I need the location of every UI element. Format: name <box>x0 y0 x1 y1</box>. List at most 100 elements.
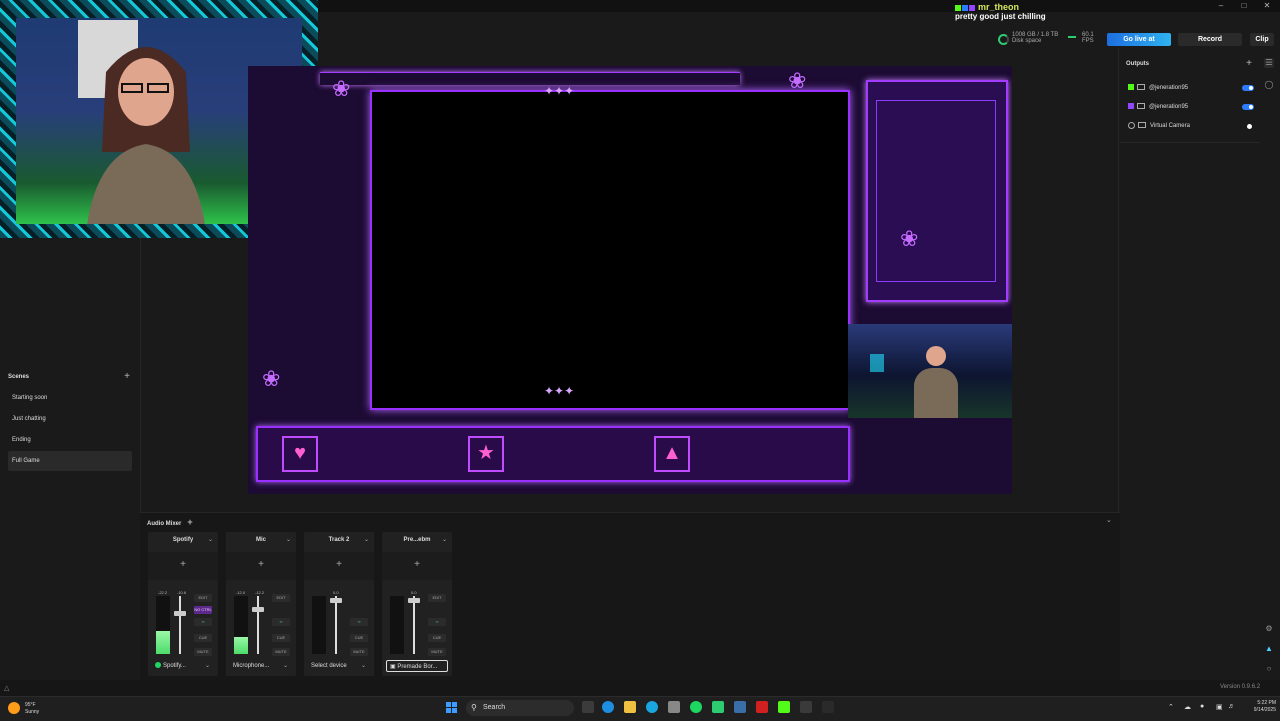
link-icon[interactable]: ∞ <box>350 618 368 626</box>
channel-edit-button[interactable]: EDIT <box>194 594 212 602</box>
chat-icon[interactable]: ◯ <box>1264 80 1274 90</box>
link-icon[interactable]: ∞ <box>194 618 212 626</box>
profile-icon[interactable]: ○ <box>1264 664 1274 674</box>
mixer-channel: Pre...ebm ⌄ + 0.0 EDIT CUE MUTE ∞ ▣ Premad… <box>382 532 452 676</box>
maximize-button[interactable]: □ <box>1237 0 1251 12</box>
device-select[interactable]: Select device ⌄ <box>308 660 370 672</box>
channel-edit-button[interactable]: EDIT <box>428 594 446 602</box>
volume-fader-track[interactable] <box>335 596 337 654</box>
channel-mute-button[interactable]: MUTE <box>272 648 290 656</box>
weather-widget[interactable]: 95°F Sunny <box>8 700 68 718</box>
app-icon[interactable] <box>756 701 768 713</box>
app-icon[interactable] <box>712 701 724 713</box>
overlay-bottom-strip: ♥ ★ ▲ <box>256 426 850 482</box>
scene-item-full-game[interactable]: Full Game <box>8 451 132 471</box>
game-capture-area <box>370 90 850 410</box>
link-icon[interactable]: ∞ <box>272 618 290 626</box>
add-filter-button[interactable]: + <box>382 552 452 580</box>
spotify-icon[interactable] <box>690 701 702 713</box>
flower-icon: ❀ <box>788 68 807 93</box>
task-view-icon[interactable] <box>582 701 594 713</box>
scene-item-ending[interactable]: Ending <box>8 430 132 450</box>
link-icon[interactable]: ∞ <box>428 618 446 626</box>
output-toggle-twitch[interactable] <box>1242 104 1254 110</box>
chat-username-row: mr_theon <box>955 2 1065 12</box>
channel-cue-button[interactable]: CUE <box>428 634 446 642</box>
close-button[interactable]: ✕ <box>1260 0 1274 12</box>
volume-fader-handle[interactable] <box>174 611 186 616</box>
brand-icon[interactable]: ▲ <box>1264 644 1274 654</box>
file-explorer-icon[interactable] <box>624 701 636 713</box>
channel-cue-button[interactable]: CUE <box>350 634 368 642</box>
collapse-mixer-button[interactable]: ⌄ <box>1106 516 1116 526</box>
layers-icon[interactable]: ☰ <box>1264 58 1274 68</box>
volume-fader-handle[interactable] <box>408 598 420 603</box>
device-select[interactable]: ▣ Premade Bor... <box>386 660 448 672</box>
taskbar-clock[interactable]: 5:22 PM 9/14/2025 <box>1240 700 1276 716</box>
edge-icon[interactable] <box>646 701 658 713</box>
volume-fader-track[interactable] <box>179 596 181 654</box>
channel-cue-button[interactable]: CUE <box>272 634 290 642</box>
channel-cue-button[interactable]: CUE <box>194 634 212 642</box>
channel-mute-button[interactable]: MUTE <box>350 648 368 656</box>
go-live-button[interactable]: Go live at <box>1107 33 1171 46</box>
streaming-app-icon[interactable] <box>734 701 746 713</box>
tray-chevron-icon[interactable]: ⌃ <box>1168 703 1174 711</box>
add-filter-button[interactable]: + <box>304 552 374 580</box>
volume-icon[interactable]: ♬ <box>1228 703 1235 710</box>
scene-item-just-chatting[interactable]: Just chatting <box>8 409 132 429</box>
channel-no-ctrl-button[interactable]: NO CTRL <box>194 606 212 614</box>
channel-edit-button[interactable]: EDIT <box>272 594 290 602</box>
record-button[interactable]: Record <box>1178 33 1242 46</box>
fps-bar-icon <box>1068 36 1076 38</box>
notifications-icon[interactable]: △ <box>4 684 14 694</box>
device-select[interactable]: Spotify... ⌄ <box>152 660 214 672</box>
volume-fader-track[interactable] <box>413 596 415 654</box>
chat-username: mr_theon <box>977 2 1019 12</box>
volume-fader-track[interactable] <box>257 596 259 654</box>
add-scene-button[interactable]: + <box>124 371 130 382</box>
clock-date: 9/14/2025 <box>1253 707 1276 713</box>
volume-fader-handle[interactable] <box>330 598 342 603</box>
mic-icon[interactable]: ● <box>1200 703 1204 710</box>
channel-mute-button[interactable]: MUTE <box>428 648 446 656</box>
screen-icon <box>1137 103 1145 110</box>
add-filter-button[interactable]: + <box>148 552 218 580</box>
chevron-down-icon[interactable]: ⌄ <box>208 534 213 546</box>
audio-mixer-title: Audio Mixer <box>147 521 182 527</box>
steam-icon[interactable] <box>800 701 812 713</box>
streamer-figure <box>87 47 205 224</box>
copilot-icon[interactable] <box>602 701 614 713</box>
settings-icon[interactable]: ⚙ <box>1264 624 1274 634</box>
start-button[interactable] <box>446 702 458 714</box>
minimize-button[interactable]: – <box>1214 0 1228 12</box>
store-icon[interactable] <box>668 701 680 713</box>
clip-button[interactable]: Clip <box>1250 33 1274 46</box>
add-output-button[interactable]: + <box>1246 58 1252 69</box>
taskbar-search[interactable]: ⚲ Search <box>466 700 574 716</box>
channel-mute-button[interactable]: MUTE <box>194 648 212 656</box>
output-row-kick: @jeneration95 <box>1128 82 1254 94</box>
network-icon[interactable]: ▣ <box>1216 703 1223 711</box>
db-right-readout: 0.0 <box>411 590 417 595</box>
output-toggle-virtual-camera[interactable] <box>1247 124 1252 129</box>
app-icon[interactable] <box>822 701 834 713</box>
output-toggle-kick[interactable] <box>1242 85 1254 91</box>
chevron-down-icon: ⌄ <box>360 663 366 669</box>
chevron-down-icon[interactable]: ⌄ <box>364 534 369 546</box>
add-filter-button[interactable]: + <box>226 552 296 580</box>
stream-preview-canvas[interactable]: ♥ ★ ▲ ❀ ❀ ❀ ❀ ✦✦✦ ✦✦✦ <box>248 66 1012 494</box>
cloud-icon[interactable]: ☁ <box>1184 703 1191 711</box>
level-meter-fill <box>234 637 248 654</box>
disk-label: Disk space <box>1012 38 1042 44</box>
kick-app-icon[interactable] <box>778 701 790 713</box>
outputs-separator <box>1120 142 1260 143</box>
chevron-down-icon[interactable]: ⌄ <box>442 534 447 546</box>
chevron-down-icon[interactable]: ⌄ <box>286 534 291 546</box>
system-tray[interactable]: ⌃ ☁ ● ▣ ♬ <box>1166 700 1238 716</box>
output-row-twitch: @jeneration95 <box>1128 101 1254 113</box>
scene-item-starting-soon[interactable]: Starting soon <box>8 388 132 408</box>
volume-fader-handle[interactable] <box>252 607 264 612</box>
device-select[interactable]: Microphone... ⌄ <box>230 660 292 672</box>
add-audio-source-button[interactable]: + <box>187 517 192 527</box>
